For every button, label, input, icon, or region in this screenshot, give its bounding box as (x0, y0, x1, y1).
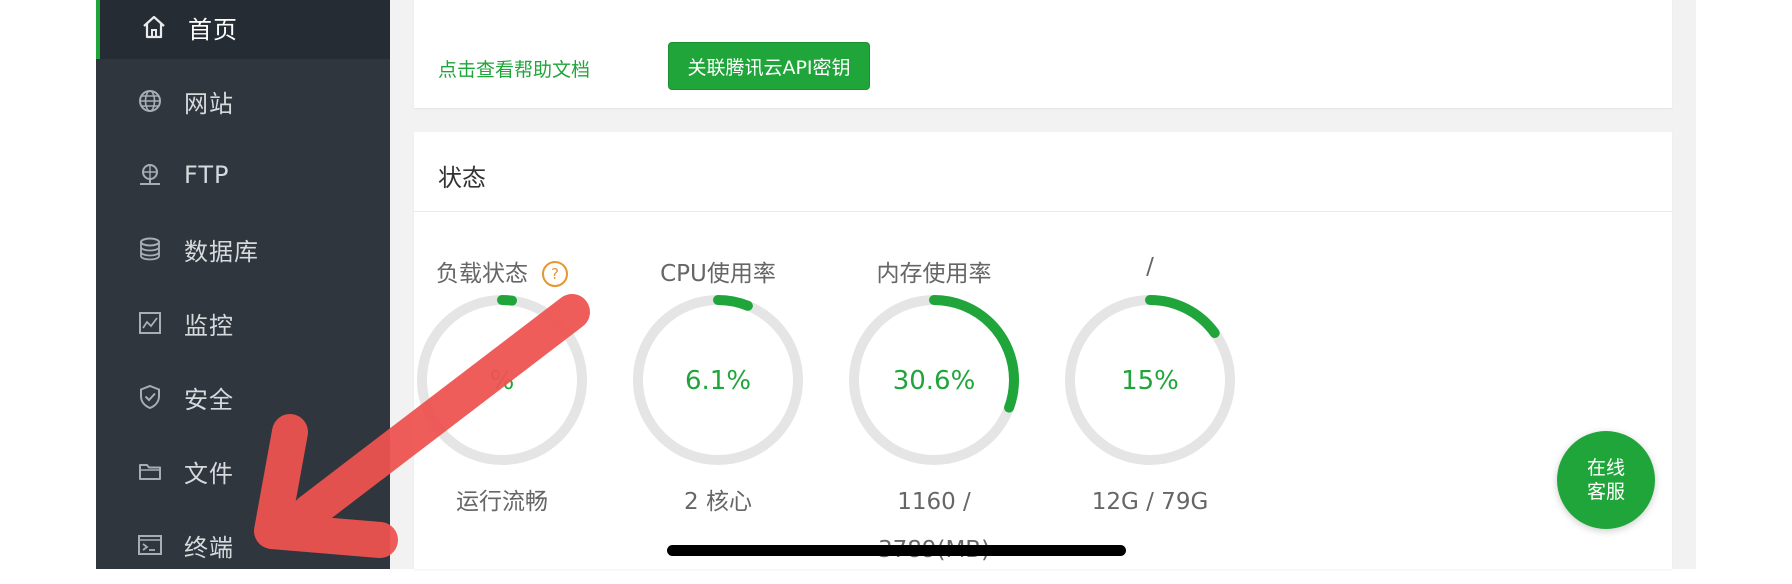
sidebar-item-files[interactable]: 文件 (96, 439, 390, 503)
gauge-label: / (1146, 254, 1154, 280)
help-doc-link[interactable]: 点击查看帮助文档 (438, 55, 590, 82)
home-icon (140, 13, 168, 41)
database-icon (136, 235, 164, 263)
sidebar-item-label: 首页 (188, 15, 238, 44)
sidebar-item-label: 网站 (184, 89, 234, 118)
left-margin (0, 0, 96, 569)
sidebar-item-label: 数据库 (184, 237, 259, 266)
ftp-icon (136, 161, 164, 189)
monitor-icon (136, 309, 164, 337)
sidebar-item-label: 安全 (184, 385, 234, 414)
online-support-button[interactable]: 在线 客服 (1557, 431, 1655, 529)
status-header: 状态 (414, 132, 1672, 212)
gauge-value: 6.1% (684, 366, 752, 396)
home-indicator (667, 545, 1126, 556)
sidebar-item-security[interactable]: 安全 (96, 365, 390, 429)
status-card: 状态 负载状态? % 运行流畅 CPU使用率 6.1% 2 核心 内存使用率 3… (414, 132, 1672, 569)
sidebar-item-label: 文件 (184, 459, 234, 488)
gauge-sub: 1160 /3789(MB) (878, 489, 990, 563)
gauge-sub: 2 核心 (684, 489, 752, 515)
sidebar-item-ftp[interactable]: FTP (96, 143, 390, 207)
gauge-value: 30.6% (892, 366, 976, 396)
gauge-sub: 运行流畅 (456, 489, 548, 515)
sidebar-item-home[interactable]: 首页 (96, 0, 390, 59)
right-margin (1696, 0, 1792, 569)
sidebar-item-label: FTP (184, 161, 230, 189)
main-content: 点击查看帮助文档 关联腾讯云API密钥 状态 负载状态? % 运行流畅 CPU使… (390, 0, 1696, 569)
gauge-memory[interactable]: 内存使用率 30.6% 1160 /3789(MB) (839, 254, 1029, 584)
status-title: 状态 (438, 164, 486, 192)
gauge-sub: 12G / 79G (1091, 489, 1209, 515)
gauge-label: CPU使用率 (660, 261, 776, 287)
gauge-disk[interactable]: / 15% 12G / 79G (1055, 254, 1245, 584)
gauge-cpu[interactable]: CPU使用率 6.1% 2 核心 (623, 254, 813, 584)
globe-icon (136, 87, 164, 115)
sidebar-item-website[interactable]: 网站 (96, 69, 390, 133)
help-icon[interactable]: ? (542, 261, 568, 287)
folder-icon (136, 457, 164, 485)
gauge-load[interactable]: 负载状态? % 运行流畅 (407, 254, 597, 584)
terminal-icon (136, 531, 164, 559)
sidebar: 首页 网站 FTP 数据库 监控 安全 文件 终端 (96, 0, 390, 569)
shield-icon (136, 383, 164, 411)
gauge-value: % (489, 366, 515, 396)
sidebar-item-label: 监控 (184, 311, 234, 340)
gauge-label: 负载状态? (407, 254, 597, 288)
gauge-value: 15% (1121, 366, 1179, 396)
sidebar-item-terminal[interactable]: 终端 (96, 513, 390, 577)
sidebar-item-monitor[interactable]: 监控 (96, 291, 390, 355)
sidebar-item-database[interactable]: 数据库 (96, 217, 390, 281)
link-api-key-button[interactable]: 关联腾讯云API密钥 (668, 42, 870, 90)
api-key-card: 点击查看帮助文档 关联腾讯云API密钥 (414, 0, 1672, 108)
sidebar-item-label: 终端 (184, 533, 234, 562)
gauge-label: 内存使用率 (876, 261, 992, 287)
